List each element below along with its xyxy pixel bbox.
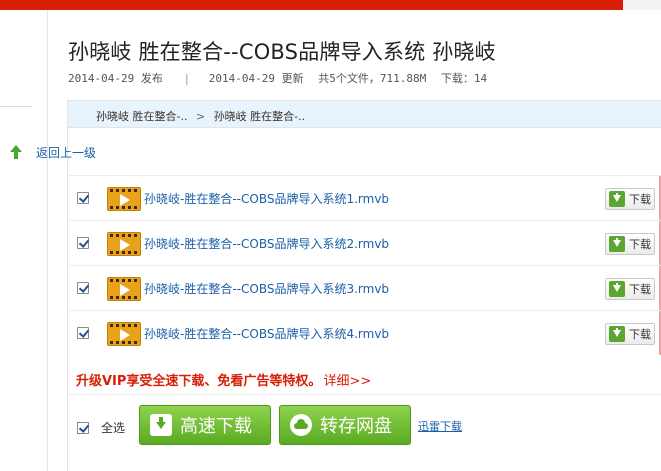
cloud-icon — [290, 414, 312, 436]
select-all-checkbox[interactable] — [77, 421, 89, 434]
file-checkbox[interactable] — [77, 327, 89, 339]
film-icon — [107, 232, 141, 256]
fast-download-button[interactable]: 高速下载 — [139, 405, 271, 445]
file-row: 孙晓岐-胜在整合--COBS品牌导入系统3.rmvb 下载 — [67, 265, 661, 310]
download-arrow-icon — [609, 326, 625, 342]
file-row: 孙晓岐-胜在整合--COBS品牌导入系统1.rmvb 下载 — [67, 175, 661, 220]
breadcrumb-item-2[interactable]: 孙晓岐 胜在整合-.. — [214, 110, 305, 123]
page-title: 孙晓岐 胜在整合--COBS品牌导入系统 孙晓岐 — [68, 40, 496, 64]
download-button[interactable]: 下载 — [605, 278, 655, 300]
meta-separator: | — [183, 72, 191, 85]
file-name-link[interactable]: 孙晓岐-胜在整合--COBS品牌导入系统3.rmvb — [144, 280, 389, 297]
breadcrumb-separator: > — [195, 110, 206, 123]
vip-details-link[interactable]: 详细>> — [323, 374, 371, 389]
film-icon — [107, 277, 141, 301]
breadcrumb-item-1[interactable]: 孙晓岐 胜在整合-.. — [96, 110, 187, 123]
download-arrow-icon — [150, 414, 172, 436]
top-bar-notch — [623, 0, 661, 10]
published-date: 2014-04-29 发布 — [68, 72, 163, 85]
back-link-label: 返回上一级 — [36, 145, 97, 160]
file-meta: 2014-04-29 发布 | 2014-04-29 更新 共5个文件，711.… — [68, 70, 495, 86]
film-icon — [107, 322, 141, 346]
download-button-label: 下载 — [629, 328, 651, 341]
save-to-cloud-label: 转存网盘 — [320, 416, 392, 437]
download-arrow-icon — [609, 281, 625, 297]
download-button[interactable]: 下载 — [605, 188, 655, 210]
vip-promo: 升级VIP享受全速下载、免看广告等特权。 详细>> — [76, 370, 371, 389]
back-up-arrow-icon — [10, 145, 22, 159]
fast-download-label: 高速下载 — [180, 416, 252, 437]
file-row: 孙晓岐-胜在整合--COBS品牌导入系统4.rmvb 下载 — [67, 310, 661, 355]
save-to-cloud-button[interactable]: 转存网盘 — [279, 405, 411, 445]
left-side-panel — [0, 10, 48, 471]
breadcrumb: 孙晓岐 胜在整合-.. > 孙晓岐 胜在整合-.. — [68, 100, 661, 128]
select-all-label: 全选 — [101, 421, 126, 435]
file-checkbox[interactable] — [77, 192, 89, 204]
download-arrow-icon — [609, 236, 625, 252]
updated-date: 2014-04-29 更新 — [208, 72, 304, 85]
file-name-link[interactable]: 孙晓岐-胜在整合--COBS品牌导入系统1.rmvb — [144, 190, 389, 207]
download-count: 下载：14 — [440, 72, 488, 85]
top-red-bar — [0, 0, 661, 10]
file-name-link[interactable]: 孙晓岐-胜在整合--COBS品牌导入系统2.rmvb — [144, 235, 389, 252]
download-arrow-icon — [609, 191, 625, 207]
film-icon — [107, 187, 141, 211]
vip-promo-text: 升级VIP享受全速下载、免看广告等特权。 — [76, 374, 322, 389]
download-button-label: 下载 — [629, 238, 651, 251]
file-checkbox[interactable] — [77, 282, 89, 294]
file-checkbox[interactable] — [77, 237, 89, 249]
file-summary: 共5个文件，711.88M — [318, 72, 427, 85]
download-button-label: 下载 — [629, 283, 651, 296]
left-panel-divider — [0, 106, 32, 107]
xunlei-download-link[interactable]: 迅雷下载 — [418, 418, 462, 434]
file-row: 孙晓岐-胜在整合--COBS品牌导入系统2.rmvb 下载 — [67, 220, 661, 265]
footer-divider — [67, 394, 661, 395]
back-link[interactable]: 返回上一级 — [10, 143, 96, 161]
file-name-link[interactable]: 孙晓岐-胜在整合--COBS品牌导入系统4.rmvb — [144, 325, 389, 342]
download-button[interactable]: 下载 — [605, 233, 655, 255]
download-button-label: 下载 — [629, 193, 651, 206]
select-all[interactable]: 全选 — [77, 419, 125, 436]
download-button[interactable]: 下载 — [605, 323, 655, 345]
